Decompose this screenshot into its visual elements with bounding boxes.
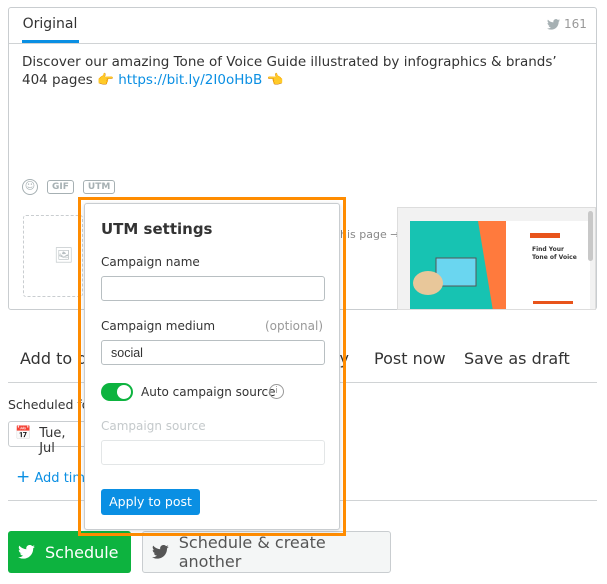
tab-original[interactable]: Original [22, 16, 78, 32]
auto-source-toggle[interactable] [101, 383, 133, 401]
campaign-source-label: Campaign source [101, 419, 206, 433]
twitter-icon [152, 545, 169, 559]
preview-brand [533, 301, 573, 304]
smile-icon[interactable]: ☺ [22, 179, 38, 195]
popup-title: UTM settings [101, 220, 213, 238]
campaign-medium-input[interactable] [101, 340, 325, 365]
plus-icon: + [16, 467, 31, 487]
date-value: Tue, Jul [39, 426, 66, 456]
optional-hint: (optional) [265, 319, 323, 333]
add-image-icon: 🖼 [54, 246, 74, 264]
utm-settings-popup: UTM settings Campaign name Campaign medi… [84, 203, 340, 530]
preview-headline: Find Your [532, 246, 564, 253]
pointing-left-emoji: 👈 [266, 72, 284, 88]
preview-headline-2: Tone of Voice [532, 254, 577, 261]
campaign-medium-label: Campaign medium [101, 319, 216, 333]
apply-to-post-button[interactable]: Apply to post [101, 489, 200, 515]
divider [9, 43, 596, 44]
schedule-button[interactable]: Schedule [8, 531, 131, 573]
info-icon[interactable]: i [269, 384, 284, 399]
char-counter: 161 [547, 17, 587, 31]
schedule-label: Schedule [45, 542, 119, 562]
char-count: 161 [564, 17, 587, 31]
auto-source-label: Auto campaign source [141, 385, 276, 399]
campaign-name-input[interactable] [101, 276, 325, 301]
schedule-create-another-button[interactable]: Schedule & create another [142, 531, 391, 573]
twitter-icon [18, 545, 35, 559]
twitter-icon [547, 18, 560, 30]
preview-badge [530, 233, 560, 238]
post-link[interactable]: https://bit.ly/2I0oHbB [118, 72, 262, 88]
pointing-right-emoji: 👉 [97, 72, 114, 88]
post-now-option[interactable]: Post now [374, 349, 446, 368]
utm-button[interactable]: UTM [82, 180, 116, 194]
date-picker[interactable]: 📅 Tue, Jul [8, 421, 88, 456]
preview-scrollbar[interactable] [588, 211, 593, 261]
link-preview: Find Your Tone of Voice [397, 207, 596, 310]
save-draft-option[interactable]: Save as draft [464, 349, 570, 368]
gif-button[interactable]: GIF [47, 180, 74, 194]
campaign-name-label: Campaign name [101, 255, 200, 269]
schedule-another-label: Schedule & create another [178, 533, 326, 571]
add-image-dropzone[interactable] [23, 215, 83, 297]
editor-toolbar: ☺ GIF UTM [22, 179, 116, 195]
preview-image: Find Your Tone of Voice [410, 221, 590, 309]
calendar-icon: 📅 [15, 426, 32, 441]
campaign-source-input [101, 440, 325, 465]
toggle-knob [117, 385, 131, 399]
preview-hint: his page → [340, 228, 400, 241]
post-text[interactable]: Discover our amazing Tone of Voice Guide… [22, 53, 582, 89]
